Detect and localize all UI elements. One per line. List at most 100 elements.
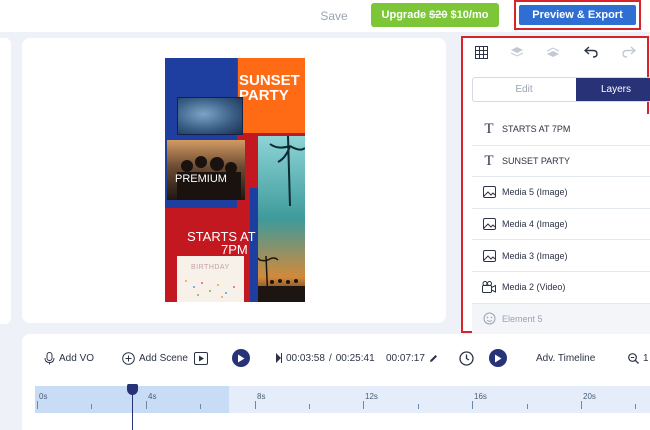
poster-media4[interactable]	[167, 140, 245, 200]
tick-label: 20s	[583, 392, 596, 401]
play-scene-button[interactable]	[489, 348, 507, 368]
image-icon	[482, 217, 496, 231]
layer-label: SUNSET PARTY	[502, 155, 571, 166]
upgrade-label: Upgrade	[381, 9, 427, 21]
add-vo-label: Add VO	[59, 352, 95, 364]
tick-label: 8s	[257, 392, 266, 401]
layer-item[interactable]: Element 5	[472, 303, 650, 336]
text-icon: T	[484, 152, 494, 169]
history-icon	[459, 350, 474, 366]
add-scene-button[interactable]: Add Scene	[122, 348, 188, 368]
play-circle-icon	[489, 349, 507, 367]
image-icon	[482, 249, 496, 263]
tick-label: 4s	[148, 392, 157, 401]
layers-panel-highlight: Edit Layers T STARTS AT 7PM T SUNSET PAR…	[461, 36, 650, 336]
time-current: 00:03:58	[286, 352, 325, 364]
upgrade-button[interactable]: Upgrade $20 $10/mo	[371, 3, 499, 27]
tick-label: 16s	[474, 392, 487, 401]
top-bar: Save Upgrade $20 $10/mo Preview & Export	[0, 0, 650, 32]
tick	[418, 404, 419, 409]
poster-premium-label: PREMIUM	[175, 173, 227, 185]
poster-preview[interactable]: SUNSET PARTY PREMIUM STARTS AT 7PM BIRTH…	[165, 58, 305, 302]
tick-label: 12s	[365, 392, 378, 401]
confetti	[201, 282, 203, 284]
layer-item[interactable]: T SUNSET PARTY	[472, 145, 650, 178]
palm-silhouettes	[257, 135, 305, 302]
tick	[37, 401, 38, 409]
scene-play-icon	[194, 351, 208, 365]
play-button[interactable]	[232, 348, 250, 368]
save-button[interactable]: Save	[313, 6, 355, 26]
confetti	[225, 292, 227, 294]
confetti	[197, 294, 199, 296]
tick	[255, 401, 256, 409]
layer-item[interactable]: Media 4 (Image)	[472, 208, 650, 241]
duration-control[interactable]: 00:07:17	[386, 348, 438, 368]
text-icon: T	[484, 121, 494, 138]
time-total: 00:25:41	[335, 352, 375, 364]
image-icon	[482, 185, 496, 199]
confetti	[233, 286, 235, 288]
redo-icon[interactable]	[621, 44, 637, 60]
tick	[581, 401, 582, 409]
grid-icon[interactable]	[473, 44, 489, 60]
layer-label: Media 5 (Image)	[502, 187, 568, 198]
layer-label: STARTS AT 7PM	[502, 124, 571, 135]
adv-timeline-button[interactable]: Adv. Timeline	[536, 348, 595, 368]
add-vo-button[interactable]: Add VO	[44, 348, 94, 368]
layer-list: T STARTS AT 7PM T SUNSET PARTY Media 5 (…	[472, 114, 650, 336]
layer-item[interactable]: Media 3 (Image)	[472, 240, 650, 272]
layer-down-icon[interactable]	[509, 44, 525, 60]
tick	[309, 404, 310, 409]
tab-edit[interactable]: Edit	[473, 78, 575, 101]
adv-timeline-label: Adv. Timeline	[536, 352, 596, 364]
play-icon	[232, 349, 250, 367]
upgrade-old-price: $20	[429, 9, 448, 21]
edit-pencil-icon	[429, 354, 437, 362]
poster-birthday-card[interactable]: BIRTHDAY	[177, 256, 244, 302]
tab-layers[interactable]: Layers	[576, 78, 650, 101]
confetti	[185, 280, 187, 282]
layer-label: Media 2 (Video)	[502, 282, 566, 293]
tick	[91, 404, 92, 409]
tick	[527, 404, 528, 409]
poster-media3-palms[interactable]	[257, 135, 305, 302]
upgrade-new-price: $10/mo	[450, 9, 489, 21]
history-button[interactable]	[459, 348, 474, 368]
undo-icon[interactable]	[583, 44, 599, 60]
poster-title-line2: PARTY	[239, 87, 289, 104]
poster-media5[interactable]	[177, 97, 243, 135]
tick-label: 0s	[39, 392, 48, 401]
microphone-icon	[44, 351, 55, 364]
panel-toolbar	[463, 38, 647, 66]
poster-starts-text[interactable]: STARTS AT 7PM	[187, 230, 256, 256]
panel-tabs: Edit Layers	[472, 77, 650, 102]
video-icon	[482, 280, 496, 294]
layer-item[interactable]: T STARTS AT 7PM	[472, 114, 650, 146]
layer-item[interactable]: Media 5 (Image)	[472, 177, 650, 209]
scene-preview-button[interactable]	[194, 348, 208, 368]
tick	[200, 404, 201, 409]
layer-label: Media 4 (Image)	[502, 219, 568, 230]
poster-title[interactable]: SUNSET PARTY	[239, 73, 305, 103]
poster-starts-line2: 7PM	[221, 242, 248, 257]
tick	[635, 404, 636, 409]
playhead-handle[interactable]	[127, 384, 138, 395]
zoom-icon	[628, 352, 639, 364]
confetti	[217, 284, 219, 286]
layer-up-icon[interactable]	[545, 44, 561, 60]
layer-label: Media 3 (Image)	[502, 250, 568, 261]
preview-export-button[interactable]: Preview & Export	[519, 5, 636, 25]
confetti	[209, 290, 211, 292]
layer-item[interactable]: Media 2 (Video)	[472, 271, 650, 304]
skip-icon	[276, 353, 282, 363]
tick	[472, 401, 473, 409]
tick	[363, 401, 364, 409]
element-icon	[482, 312, 496, 326]
add-scene-label: Add Scene	[139, 352, 188, 364]
zoom-value: 1	[643, 352, 649, 364]
duration-value: 00:07:17	[386, 352, 425, 364]
left-sidebar-edge	[0, 38, 11, 324]
zoom-control[interactable]: 1	[628, 348, 649, 368]
birthday-card-text: BIRTHDAY	[191, 264, 230, 271]
